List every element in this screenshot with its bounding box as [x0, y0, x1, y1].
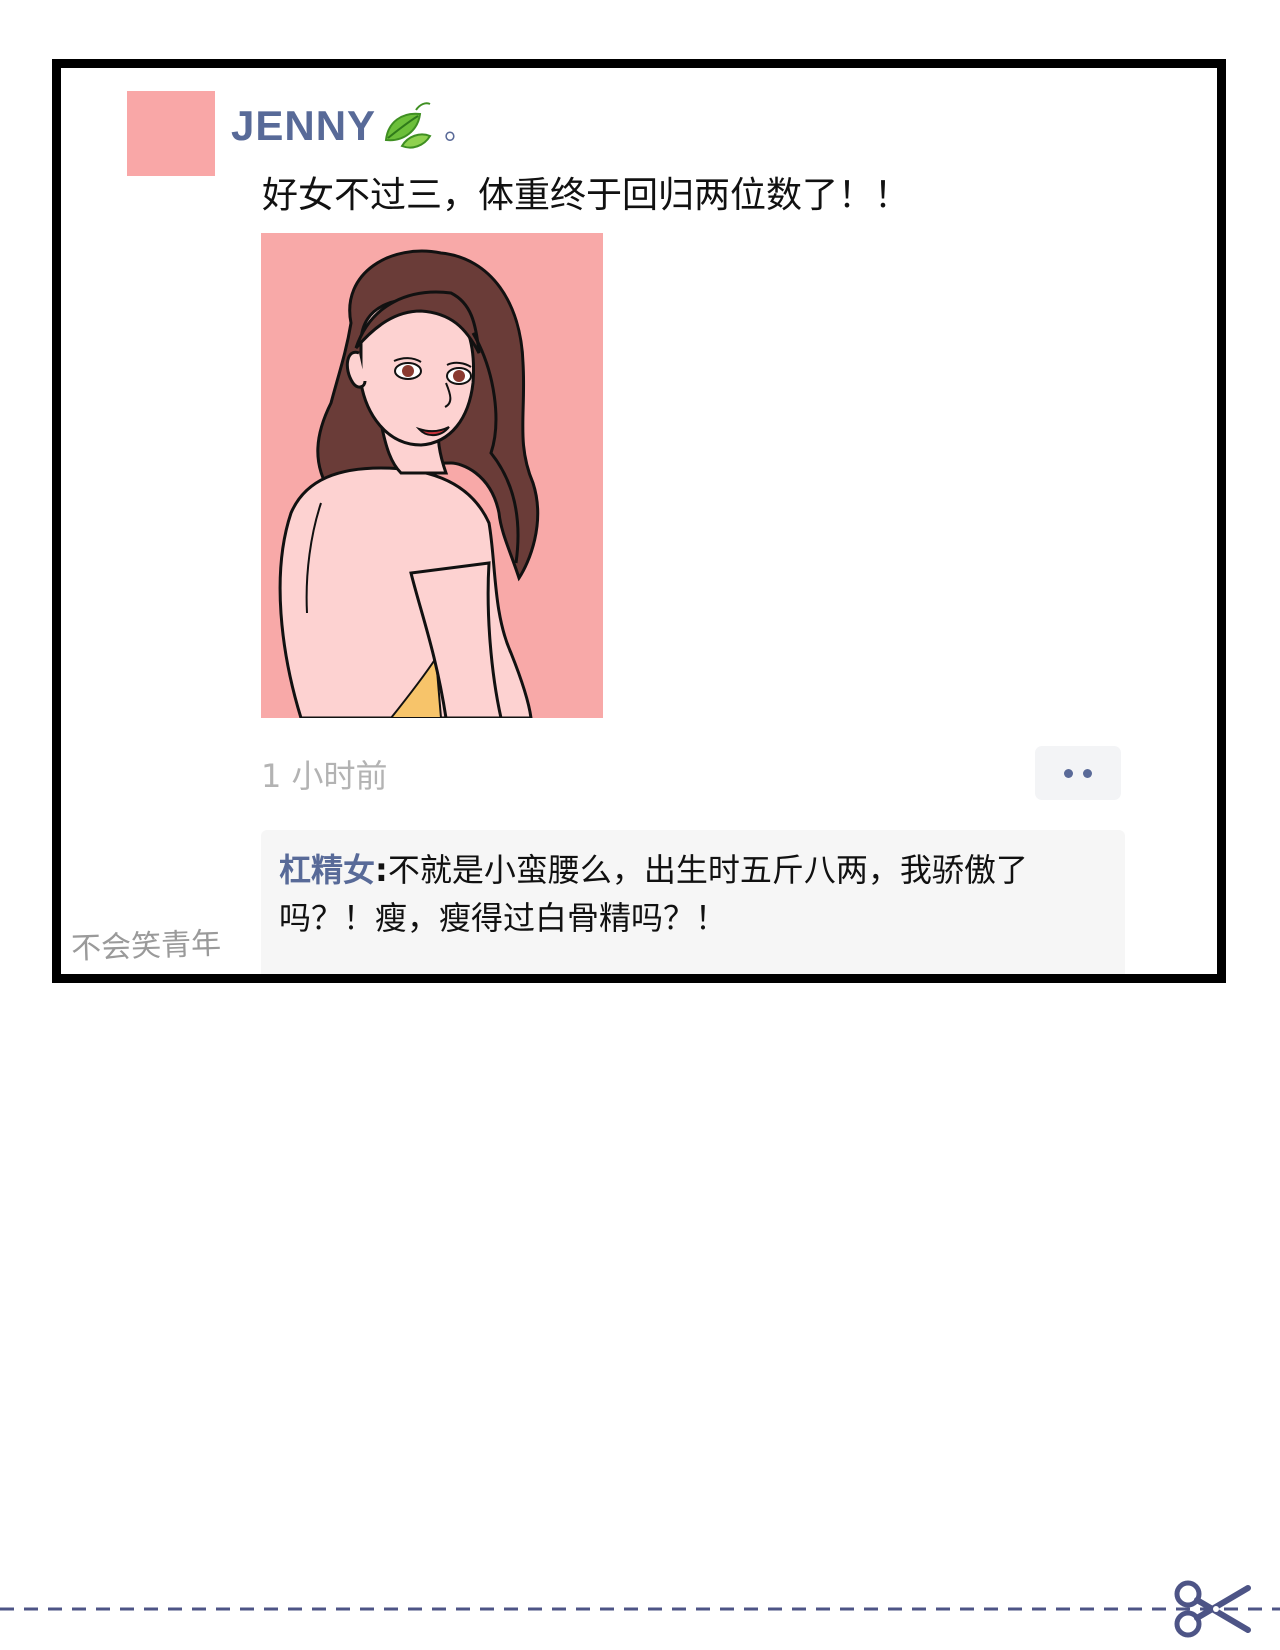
username-row: JENNY 。: [231, 96, 474, 156]
post-photo[interactable]: [261, 233, 603, 718]
user-avatar[interactable]: [127, 91, 215, 176]
username[interactable]: JENNY: [231, 102, 376, 150]
comment-separator: :: [375, 851, 388, 889]
comment-text: 不就是小蛮腰么，出生时五斤八两，我骄傲了吗？！瘦，瘦得过白骨精吗？！: [279, 851, 1028, 937]
comment-author[interactable]: 杠精女: [279, 851, 375, 889]
leaf-emoji-icon: [384, 102, 432, 149]
comment-box: 杠精女:不就是小蛮腰么，出生时五斤八两，我骄傲了吗？！瘦，瘦得过白骨精吗？！: [261, 830, 1125, 974]
comment: 杠精女:不就是小蛮腰么，出生时五斤八两，我骄傲了吗？！瘦，瘦得过白骨精吗？！: [279, 846, 1107, 942]
scissors-icon: [1174, 1580, 1251, 1638]
username-suffix: 。: [444, 112, 475, 147]
cut-line: [0, 1607, 1280, 1611]
more-actions-button[interactable]: [1035, 746, 1121, 800]
watermark: 不会笑青年: [70, 926, 222, 967]
post-timestamp: 1 小时前: [261, 757, 388, 795]
more-dots-icon-dot: [1083, 768, 1092, 778]
more-dots-icon: [1064, 768, 1073, 778]
post-text: 好女不过三，体重终于回归两位数了！！: [262, 175, 911, 216]
moments-post-panel: JENNY 。 好女不过三，体重终于回归两位数了！！ 1 小时前 杠精女:不就是…: [52, 59, 1226, 983]
illustration-woman-image: [261, 233, 603, 718]
